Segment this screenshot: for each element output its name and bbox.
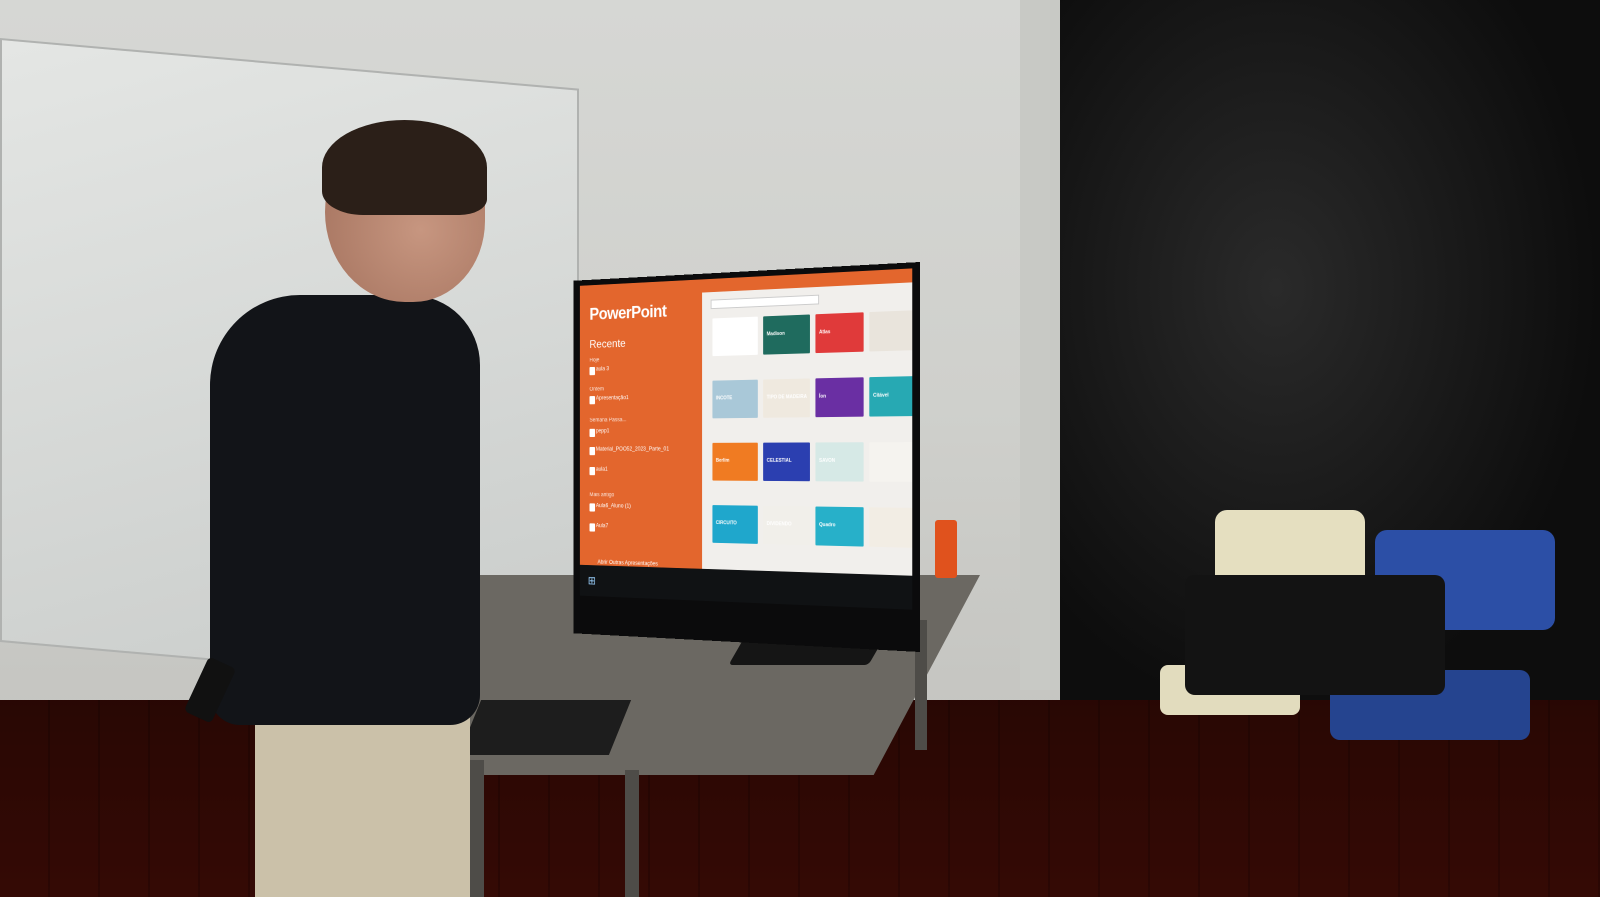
file-icon	[589, 367, 595, 375]
template-thumbnail[interactable]: Citável	[869, 376, 912, 417]
template-thumbnail[interactable]: TIPO DE MADEIRA	[763, 378, 810, 417]
file-icon	[589, 523, 595, 531]
recent-group-label: Semana Passa...	[589, 417, 626, 423]
template-thumbnail-label: DIVIDENDO	[767, 521, 792, 527]
template-thumbnail-label: Íon	[819, 394, 826, 400]
template-thumbnail-label: CIRCUITO	[716, 520, 737, 526]
person-torso	[210, 295, 480, 725]
template-thumbnail[interactable]: Atlas	[815, 312, 863, 353]
app-title: PowerPoint	[589, 302, 666, 325]
recent-file[interactable]: aula 3	[596, 367, 609, 374]
pillar	[1020, 0, 1060, 690]
template-thumbnail-label: Atlas	[819, 329, 830, 335]
template-thumbnail[interactable]: CIRCUITO	[712, 505, 757, 544]
template-thumbnail[interactable]: INCOTE	[712, 380, 757, 419]
template-thumbnail[interactable]	[869, 507, 912, 548]
recent-file[interactable]: Material_POO52_2023_Parte_01	[596, 447, 669, 454]
template-thumbnail[interactable]: DIVIDENDO	[763, 506, 810, 545]
template-thumbnail[interactable]: SAVON	[815, 442, 863, 481]
powerpoint-sidebar: PowerPoint Recente Hoje aula 3 Ontem Apr…	[580, 279, 702, 600]
template-search-input[interactable]	[711, 295, 819, 309]
recent-group-label: Mais antigo	[589, 492, 614, 498]
recent-file[interactable]: pepp1	[596, 429, 609, 435]
template-thumbnail[interactable]: Íon	[815, 377, 863, 417]
recent-file[interactable]: Aula7	[596, 523, 608, 530]
backpack	[1185, 575, 1445, 695]
title-bar	[702, 268, 912, 292]
recent-group-label: Hoje	[589, 358, 599, 364]
template-thumbnail[interactable]: Quadro	[815, 507, 863, 547]
recent-file[interactable]: Apresentação1	[596, 395, 629, 402]
template-thumbnail[interactable]: Madison	[763, 314, 810, 354]
template-gallery: Madison Atlas INCOTE TIPO DE MADEIRA Íon Citá…	[702, 268, 912, 609]
template-thumbnail-label: Quadro	[819, 522, 835, 528]
person-hair	[322, 120, 487, 215]
template-thumbnail-label: INCOTE	[716, 395, 732, 401]
recent-file[interactable]: aula1	[596, 467, 608, 473]
file-icon	[589, 396, 595, 404]
black-tray	[459, 700, 631, 755]
template-thumbnail-label: Berlim	[716, 458, 729, 464]
television: PowerPoint Recente Hoje aula 3 Ontem Apr…	[574, 262, 920, 652]
template-thumbnail-label: Citável	[873, 393, 889, 399]
template-thumbnail[interactable]: CELESTIAL	[763, 442, 810, 481]
file-icon	[589, 467, 595, 475]
template-thumbnail-label: Madison	[767, 331, 785, 337]
file-icon	[589, 429, 595, 437]
tv-screen: PowerPoint Recente Hoje aula 3 Ontem Apr…	[580, 268, 912, 609]
template-thumbnail[interactable]: Berlim	[712, 443, 757, 481]
template-thumbnail-label: SAVON	[819, 458, 835, 464]
table-leg	[625, 770, 639, 897]
file-icon	[589, 503, 595, 511]
template-thumbnail[interactable]	[712, 317, 757, 357]
template-thumbnail-label: TIPO DE MADEIRA	[767, 394, 807, 400]
template-thumbnail[interactable]	[869, 310, 912, 351]
recent-heading: Recente	[589, 337, 625, 351]
template-thumbnail-label: CELESTIAL	[767, 458, 792, 464]
recent-file[interactable]: Aula6_Aluno (1)	[596, 503, 631, 510]
orange-cup	[935, 520, 957, 578]
table-leg	[470, 760, 484, 897]
file-icon	[589, 447, 595, 455]
template-thumbnail[interactable]	[869, 442, 912, 482]
recent-group-label: Ontem	[589, 387, 603, 393]
windows-start-icon[interactable]: ⊞	[588, 574, 596, 587]
